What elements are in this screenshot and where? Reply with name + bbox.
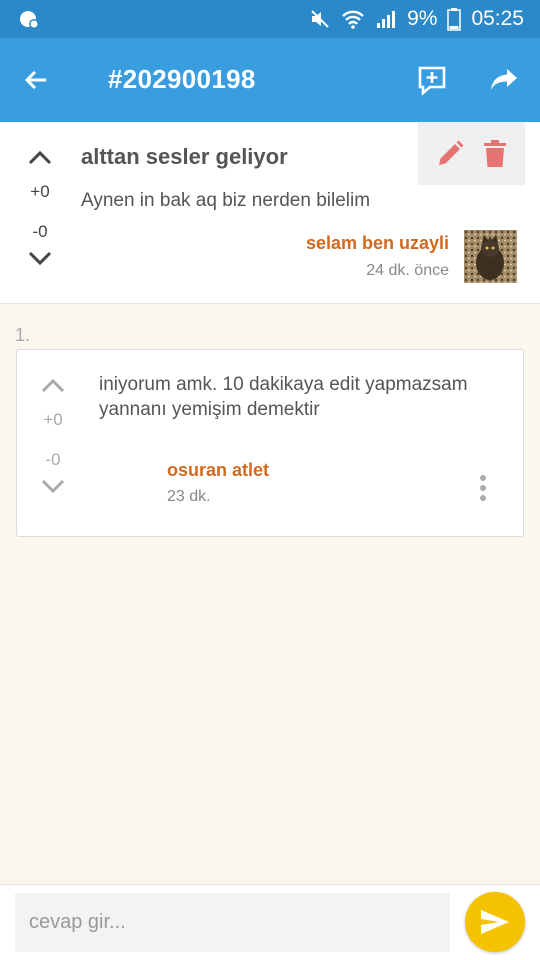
add-comment-icon [418,66,446,96]
notification-icon [20,11,39,29]
share-icon [491,69,517,90]
comment-text: iniyorum amk. 10 dakikaya edit yapmazsam… [99,374,468,420]
comment-downvote-count: -0 [45,450,61,469]
upvote-chevron-icon[interactable] [40,376,66,394]
post-timestamp: 24 dk. önce [366,262,449,279]
comment-author-link[interactable]: osuran atlet [167,460,269,481]
battery-icon [447,8,462,31]
send-button[interactable] [465,892,525,952]
more-vert-icon-dot [480,495,486,501]
post-card: +0 -0 alttan sesler geliyor Aynen in bak… [0,122,540,304]
comment-upvote-count: +0 [43,410,63,429]
add-comment-button[interactable] [410,58,454,102]
cat-avatar-image [464,230,517,283]
post-title: alttan sesler geliyor [81,144,288,169]
wifi-icon [342,10,364,29]
clock: 05:25 [471,7,524,30]
delete-icon[interactable] [482,139,508,169]
reply-input[interactable] [15,893,450,952]
post-actions [418,122,525,185]
back-arrow-icon [24,70,46,90]
post-upvote-count: +0 [30,182,50,201]
status-bar: 9% 05:25 [0,0,540,38]
avatar[interactable] [464,230,517,283]
more-vert-icon-dot [480,475,486,481]
comment-card: +0 -0 iniyorum amk. 10 dakikaya edit yap… [16,349,524,537]
page-title: #202900198 [108,64,256,94]
post-vote-column: +0 -0 [18,148,62,268]
reply-bar [0,884,540,960]
signal-icon [377,11,396,28]
send-icon [481,910,509,934]
upvote-chevron-icon[interactable] [27,148,53,166]
downvote-chevron-icon[interactable] [40,478,66,496]
more-options-button[interactable] [469,468,497,508]
back-button[interactable] [14,58,58,102]
battery-percent: 9% [407,7,438,30]
post-downvote-count: -0 [32,222,48,241]
comment-timestamp: 23 dk. [167,488,211,505]
edit-icon[interactable] [435,139,465,169]
comment-index: 1. [15,325,31,345]
downvote-chevron-icon[interactable] [27,250,53,268]
share-button[interactable] [482,58,526,102]
comment-vote-column: +0 -0 [31,376,75,496]
more-vert-icon-dot [480,485,486,491]
post-author-link[interactable]: selam ben uzayli [306,233,449,254]
post-body: Aynen in bak aq biz nerden bilelim [81,190,371,211]
app-bar: #202900198 [0,38,540,122]
mute-icon [311,10,329,28]
